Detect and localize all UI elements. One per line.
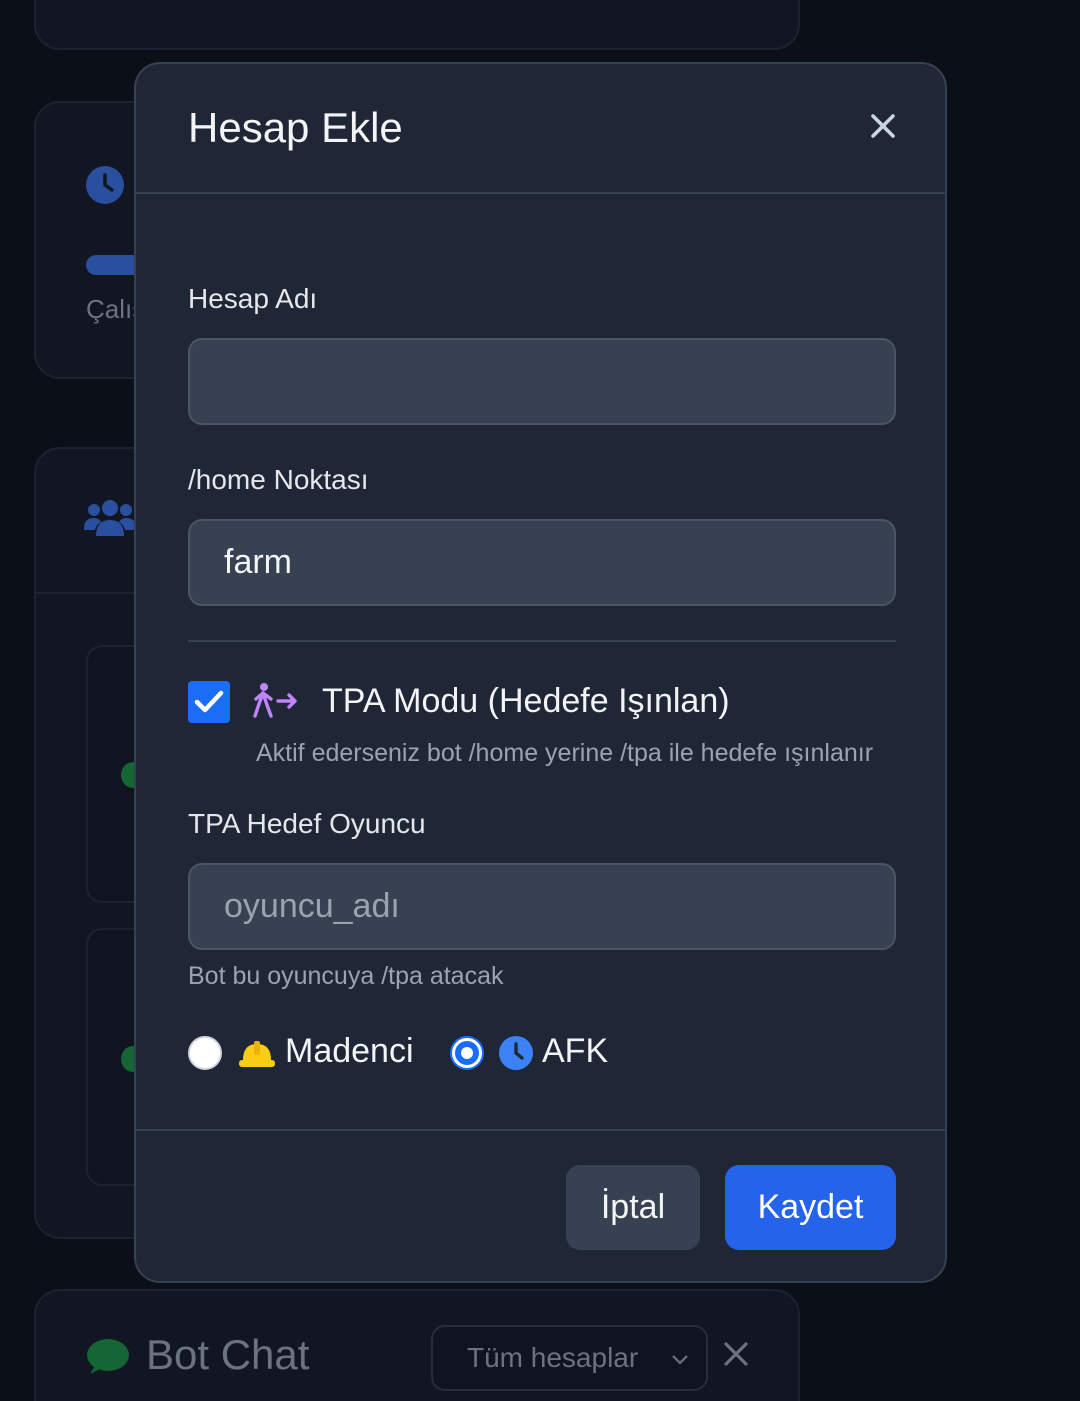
tpa-target-input[interactable] xyxy=(188,863,896,950)
modal-header: Hesap Ekle xyxy=(136,64,945,194)
tpa-mode-help-text: Aktif ederseniz bot /home yerine /tpa il… xyxy=(256,739,874,767)
chat-icon xyxy=(87,1339,129,1374)
home-point-label: /home Noktası xyxy=(188,464,369,495)
tpa-target-hint: Bot bu oyuncuya /tpa atacak xyxy=(188,962,504,990)
home-point-input[interactable] xyxy=(188,519,896,606)
chevron-down-icon xyxy=(672,1355,688,1365)
mode-label-afk: AFK xyxy=(542,1032,609,1070)
clock-icon xyxy=(86,166,124,204)
add-account-modal: Hesap Ekle Hesap Adı /home Noktası TPA M… xyxy=(134,62,947,1283)
account-filter-select[interactable]: Tüm hesaplar xyxy=(431,1325,708,1391)
mode-radio-afk[interactable] xyxy=(450,1036,484,1070)
account-name-input[interactable] xyxy=(188,338,896,425)
account-name-label: Hesap Adı xyxy=(188,283,318,314)
tpa-mode-label: TPA Modu (Hedefe Işınlan) xyxy=(322,682,730,720)
tpa-target-label: TPA Hedef Oyuncu xyxy=(188,808,426,839)
cancel-button[interactable]: İptal xyxy=(566,1165,700,1250)
checkmark-icon xyxy=(194,690,224,713)
mode-radio-madenci[interactable] xyxy=(188,1036,222,1070)
tpa-mode-checkbox[interactable] xyxy=(188,681,230,723)
save-button[interactable]: Kaydet xyxy=(725,1165,896,1250)
account-filter-value: Tüm hesaplar xyxy=(467,1342,639,1373)
hard-hat-icon xyxy=(239,1041,275,1067)
person-walking-arrow-icon xyxy=(253,683,297,718)
form-divider xyxy=(188,640,896,642)
clock-icon xyxy=(499,1036,533,1070)
background-card xyxy=(34,0,800,50)
clear-filter-icon[interactable] xyxy=(722,1340,750,1368)
mode-label-madenci: Madenci xyxy=(285,1032,414,1070)
close-icon[interactable] xyxy=(869,112,897,140)
users-icon xyxy=(84,500,136,536)
modal-title: Hesap Ekle xyxy=(188,104,403,151)
modal-footer: İptal Kaydet xyxy=(136,1129,945,1281)
chat-title: Bot Chat xyxy=(146,1331,310,1378)
